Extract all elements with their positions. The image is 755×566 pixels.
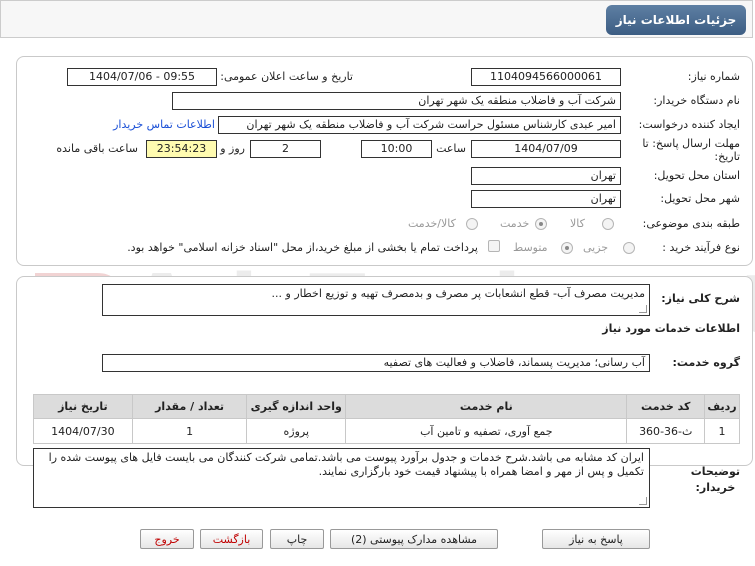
cell-unit: پروژه xyxy=(246,418,347,444)
reply-button[interactable]: پاسخ به نیاز xyxy=(542,529,650,549)
buyer-org-label: نام دستگاه خریدار: xyxy=(653,94,740,107)
resize-handle[interactable] xyxy=(639,497,647,505)
exit-button[interactable]: خروج xyxy=(140,529,194,549)
table-row: 1 ث-36-360 جمع آوری، تصفیه و تامین آب پر… xyxy=(33,418,741,444)
print-button[interactable]: چاپ xyxy=(270,529,324,549)
view-attachments-button[interactable]: مشاهده مدارک پیوستی (2) xyxy=(330,529,498,549)
table-header-row: ردیف کد خدمت نام خدمت واحد اندازه گیری ت… xyxy=(33,394,741,419)
summary-label: شرح کلی نیاز: xyxy=(661,292,740,305)
back-button[interactable]: بازگشت xyxy=(200,529,263,549)
buyer-org-field: شرکت آب و فاضلاب منطقه یک شهر تهران xyxy=(172,92,621,110)
province-label: استان محل تحویل: xyxy=(653,169,740,182)
cell-need-date: 1404/07/30 xyxy=(33,418,133,444)
requester-field: امیر عبدی کارشناس مسئول حراست شرکت آب و … xyxy=(218,116,621,134)
buyer-notes-label-line2: خریدار: xyxy=(695,481,736,494)
resize-handle[interactable] xyxy=(639,305,647,313)
days-label: روز و xyxy=(220,142,245,155)
announce-datetime-field: 1404/07/06 - 09:55 xyxy=(67,68,217,86)
category-radio-goods-service[interactable] xyxy=(466,218,478,230)
col-unit: واحد اندازه گیری xyxy=(246,394,347,419)
page-title: جزئیات اطلاعات نیاز xyxy=(606,5,746,35)
days-field: 2 xyxy=(250,140,321,158)
cell-row: 1 xyxy=(703,418,741,444)
process-type-label: نوع فرآیند خرید : xyxy=(662,241,740,254)
city-label: شهر محل تحویل: xyxy=(660,192,740,205)
service-group-field: آب رسانی؛ مدیریت پسماند، فاضلاب و فعالیت… xyxy=(102,354,650,372)
services-table: ردیف کد خدمت نام خدمت واحد اندازه گیری ت… xyxy=(33,394,741,444)
col-service-code: کد خدمت xyxy=(626,394,705,419)
deadline-label-line2: تاریخ: xyxy=(714,150,740,163)
col-row: ردیف xyxy=(703,394,741,419)
remaining-time-field: 23:54:23 xyxy=(146,140,217,158)
treasury-payment-note: پرداخت تمام یا بخشی از مبلغ خرید،از محل … xyxy=(127,241,478,254)
cell-service-code: ث-36-360 xyxy=(626,418,705,444)
category-label: طبقه بندی موضوعی: xyxy=(642,217,740,230)
services-section-title: اطلاعات خدمات مورد نیاز xyxy=(602,322,740,335)
treasury-payment-checkbox[interactable] xyxy=(488,240,500,252)
service-group-label: گروه خدمت: xyxy=(672,356,740,369)
buyer-contact-link[interactable]: اطلاعات تماس خریدار xyxy=(113,118,215,131)
province-field: تهران xyxy=(471,167,621,185)
deadline-time-field: 10:00 xyxy=(361,140,432,158)
process-radio-minor[interactable] xyxy=(623,242,635,254)
deadline-date-field: 1404/07/09 xyxy=(471,140,621,158)
category-option-goods-service: کالا/خدمت xyxy=(408,217,456,230)
buyer-notes-field: ایران کد مشابه می باشد.شرح خدمات و جدول … xyxy=(33,448,650,508)
col-need-date: تاریخ نیاز xyxy=(33,394,133,419)
cell-service-name: جمع آوری، تصفیه و تامین آب xyxy=(345,418,628,444)
city-field: تهران xyxy=(471,190,621,208)
buyer-notes-label: توضیحات خریدار: xyxy=(691,464,740,496)
requester-label: ایجاد کننده درخواست: xyxy=(638,118,740,131)
buyer-notes-label-line1: توضیحات xyxy=(690,465,740,478)
announce-datetime-label: تاریخ و ساعت اعلان عمومی: xyxy=(220,70,353,83)
process-option-medium: متوسط xyxy=(513,241,548,254)
buyer-notes-text: ایران کد مشابه می باشد.شرح خدمات و جدول … xyxy=(48,451,644,478)
col-quantity: تعداد / مقدار xyxy=(131,394,248,419)
category-option-service: خدمت xyxy=(500,217,530,230)
summary-field: مدیریت مصرف آب- قطع انشعابات پر مصرف و ب… xyxy=(102,284,650,316)
need-number-field: 1104094566000061 xyxy=(471,68,621,86)
page-header: جزئیات اطلاعات نیاز xyxy=(0,0,753,38)
deadline-time-label: ساعت xyxy=(436,142,466,155)
remaining-time-label: ساعت باقی مانده xyxy=(56,142,138,155)
process-radio-medium[interactable] xyxy=(561,242,573,254)
deadline-label-line1: مهلت ارسال پاسخ: تا xyxy=(642,137,740,150)
need-number-label: شماره نیاز: xyxy=(687,70,740,83)
cell-quantity: 1 xyxy=(131,418,248,444)
col-service-name: نام خدمت xyxy=(345,394,628,419)
category-radio-goods[interactable] xyxy=(602,218,614,230)
deadline-label: مهلت ارسال پاسخ: تا تاریخ: xyxy=(642,137,740,163)
category-radio-service[interactable] xyxy=(535,218,547,230)
category-option-goods: کالا xyxy=(570,217,585,230)
process-option-minor: جزیی xyxy=(583,241,609,254)
